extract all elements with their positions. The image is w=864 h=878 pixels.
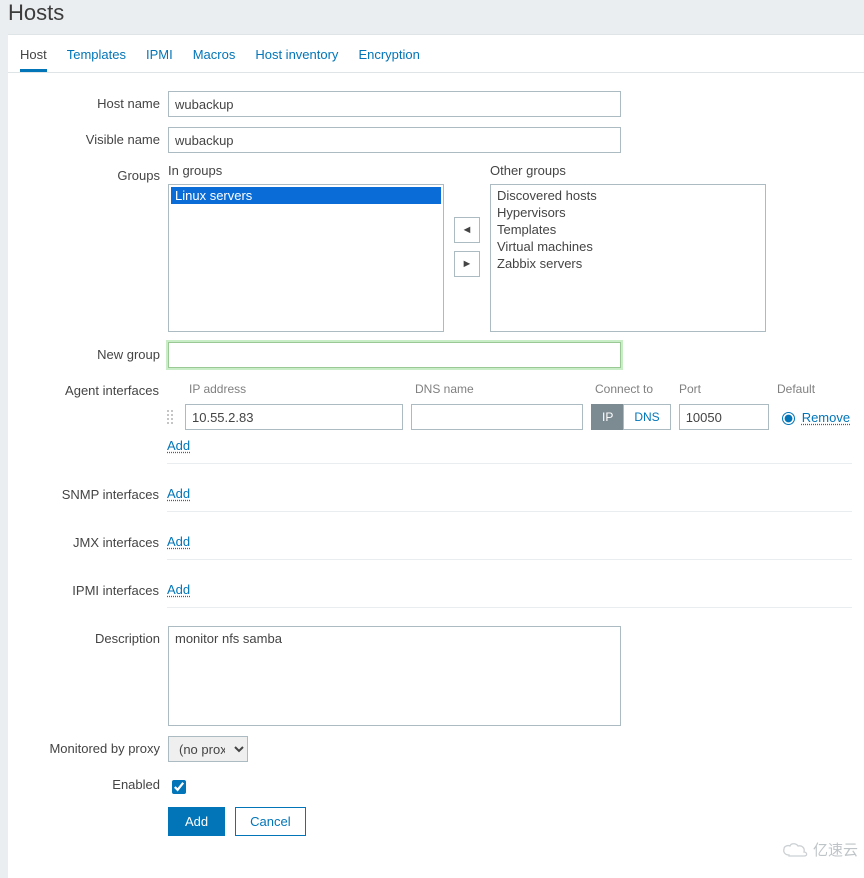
list-item[interactable]: Virtual machines xyxy=(493,238,763,255)
list-item[interactable]: Linux servers xyxy=(171,187,441,204)
connect-to-segment: IP DNS xyxy=(591,404,671,430)
form-panel: Host Templates IPMI Macros Host inventor… xyxy=(8,34,864,878)
tab-macros[interactable]: Macros xyxy=(193,35,236,72)
add-agent-interface-link[interactable]: Add xyxy=(167,438,190,453)
in-groups-label: In groups xyxy=(168,163,444,178)
enabled-label: Enabled xyxy=(20,772,168,792)
triangle-left-icon: ◄ xyxy=(462,224,473,236)
host-name-label: Host name xyxy=(20,91,168,111)
agent-interfaces-label: Agent interfaces xyxy=(20,378,167,398)
col-port: Port xyxy=(679,382,769,396)
connect-to-dns-button[interactable]: DNS xyxy=(623,404,670,430)
triangle-right-icon: ► xyxy=(462,258,473,270)
list-item[interactable]: Zabbix servers xyxy=(493,255,763,272)
host-name-input[interactable] xyxy=(168,91,621,117)
add-button[interactable]: Add xyxy=(168,807,225,836)
col-dns-name: DNS name xyxy=(415,382,587,396)
remove-interface-link[interactable]: Remove xyxy=(802,410,850,425)
dns-name-input[interactable] xyxy=(411,404,583,430)
visible-name-input[interactable] xyxy=(168,127,621,153)
proxy-select[interactable]: (no proxy) xyxy=(168,736,248,762)
snmp-interfaces-label: SNMP interfaces xyxy=(20,482,167,502)
other-groups-listbox[interactable]: Discovered hosts Hypervisors Templates V… xyxy=(490,184,766,332)
ipmi-interfaces-label: IPMI interfaces xyxy=(20,578,167,598)
description-textarea[interactable]: monitor nfs samba xyxy=(168,626,621,726)
ip-address-input[interactable] xyxy=(185,404,403,430)
agent-interface-row: IP DNS Remove xyxy=(167,400,852,434)
col-ip-address: IP address xyxy=(189,382,407,396)
tab-host[interactable]: Host xyxy=(20,35,47,72)
page-title: Hosts xyxy=(0,0,864,34)
jmx-interfaces-label: JMX interfaces xyxy=(20,530,167,550)
connect-to-ip-button[interactable]: IP xyxy=(591,404,623,430)
list-item[interactable]: Discovered hosts xyxy=(493,187,763,204)
groups-label: Groups xyxy=(20,163,168,183)
tab-encryption[interactable]: Encryption xyxy=(358,35,419,72)
list-item[interactable]: Templates xyxy=(493,221,763,238)
enabled-checkbox[interactable] xyxy=(172,780,186,794)
drag-handle-icon[interactable] xyxy=(167,410,177,425)
tab-templates[interactable]: Templates xyxy=(67,35,126,72)
add-jmx-interface-link[interactable]: Add xyxy=(167,534,190,549)
add-ipmi-interface-link[interactable]: Add xyxy=(167,582,190,597)
col-connect-to: Connect to xyxy=(595,382,671,396)
add-snmp-interface-link[interactable]: Add xyxy=(167,486,190,501)
cloud-icon xyxy=(781,841,809,859)
col-default: Default xyxy=(777,382,815,396)
monitored-by-proxy-label: Monitored by proxy xyxy=(20,736,168,756)
watermark: 亿速云 xyxy=(781,839,858,860)
other-groups-label: Other groups xyxy=(490,163,766,178)
cancel-button[interactable]: Cancel xyxy=(235,807,305,836)
in-groups-listbox[interactable]: Linux servers xyxy=(168,184,444,332)
new-group-input[interactable] xyxy=(168,342,621,368)
description-label: Description xyxy=(20,626,168,646)
tab-bar: Host Templates IPMI Macros Host inventor… xyxy=(8,35,864,73)
list-item[interactable]: Hypervisors xyxy=(493,204,763,221)
default-interface-radio[interactable] xyxy=(782,412,795,425)
move-right-button[interactable]: ► xyxy=(454,251,480,277)
port-input[interactable] xyxy=(679,404,769,430)
tab-ipmi[interactable]: IPMI xyxy=(146,35,173,72)
move-left-button[interactable]: ◄ xyxy=(454,217,480,243)
tab-host-inventory[interactable]: Host inventory xyxy=(255,35,338,72)
visible-name-label: Visible name xyxy=(20,127,168,147)
new-group-label: New group xyxy=(20,342,168,362)
